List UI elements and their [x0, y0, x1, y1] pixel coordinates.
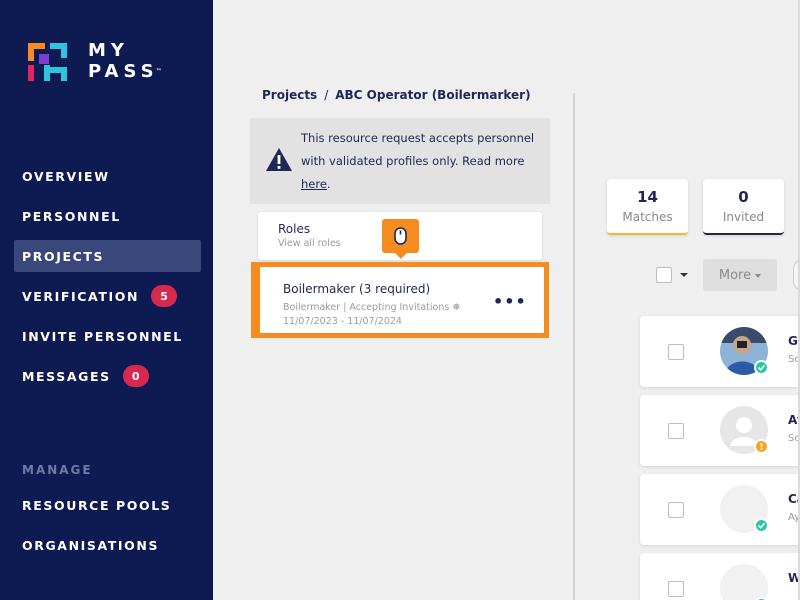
validated-profiles-notice: This resource request accepts personnel …: [250, 118, 550, 204]
invited-stat-tab[interactable]: 0 Invited: [703, 179, 784, 235]
more-icon[interactable]: •••: [493, 292, 527, 311]
breadcrumb-separator: /: [324, 88, 329, 102]
row-checkbox[interactable]: [668, 344, 684, 360]
select-all-checkbox[interactable]: [656, 267, 672, 283]
row-checkbox[interactable]: [668, 423, 684, 439]
roles-title: Roles: [278, 222, 311, 236]
notice-here-link[interactable]: here: [301, 177, 327, 191]
chevron-down-icon: [755, 274, 762, 278]
avatar: [720, 406, 769, 454]
sidebar-item-messages[interactable]: MESSAGES 0: [14, 360, 201, 392]
row-checkbox[interactable]: [668, 581, 684, 597]
role-meta: Boilermaker | Accepting Invitations ❅ 11…: [283, 301, 460, 329]
notice-message: This resource request accepts personnel …: [301, 131, 535, 168]
sidebar-item-label: INVITE PERSONNEL: [22, 328, 183, 344]
manage-section-label: MANAGE: [22, 463, 93, 477]
sidebar-item-organisations[interactable]: ORGANISATIONS: [14, 529, 201, 561]
matches-label: Matches: [622, 210, 673, 224]
sidebar-item-label: OVERVIEW: [22, 168, 110, 184]
sidebar-item-label: PROJECTS: [22, 248, 105, 264]
more-button-label: More: [718, 267, 752, 283]
matches-stat-tab[interactable]: 14 Matches: [607, 179, 688, 235]
mouse-icon: [394, 227, 407, 245]
avatar: [720, 327, 769, 375]
avatar: [720, 564, 769, 600]
sidebar-item-projects[interactable]: PROJECTS: [14, 240, 201, 272]
role-selected-indicator: [256, 267, 260, 334]
avatar: [720, 485, 769, 533]
sidebar-item-label: ORGANISATIONS: [22, 537, 160, 553]
sidebar-item-personnel[interactable]: PERSONNEL: [14, 200, 201, 232]
role-date-range: 11/07/2023 - 11/07/2024: [283, 316, 402, 327]
view-all-roles-label: View all roles: [278, 238, 341, 249]
brand-line-1: MY: [88, 40, 129, 61]
role-card-boilermaker[interactable]: Boilermaker (3 required) Boilermaker | A…: [256, 267, 540, 334]
column-divider: [573, 93, 575, 600]
person-row[interactable]: Ca Ay: [640, 474, 800, 545]
warning-badge-icon: [754, 439, 769, 454]
role-highlight-frame: Boilermaker (3 required) Boilermaker | A…: [251, 262, 549, 338]
sidebar-item-label: MESSAGES: [22, 368, 111, 384]
notice-trailing-period: .: [326, 177, 331, 191]
mypass-logo-icon: [28, 43, 67, 81]
verification-count-badge: 5: [151, 285, 178, 307]
invited-label: Invited: [722, 210, 765, 224]
brand-name: MY PASS™: [88, 40, 162, 82]
sidebar-item-overview[interactable]: OVERVIEW: [14, 160, 201, 192]
breadcrumb-projects-link[interactable]: Projects: [262, 88, 317, 102]
brand-tm: ™: [155, 68, 162, 75]
chevron-down-icon[interactable]: [680, 273, 688, 277]
sidebar-item-invite-personnel[interactable]: INVITE PERSONNEL: [14, 320, 201, 352]
person-row[interactable]: Ge So: [640, 316, 800, 387]
sidebar: MY PASS™ OVERVIEW PERSONNEL PROJECTS VER…: [0, 0, 213, 600]
sidebar-item-resource-pools[interactable]: RESOURCE POOLS: [14, 489, 201, 521]
invited-count: 0: [738, 188, 749, 206]
verified-check-icon: [754, 518, 769, 533]
brand-line-2: PASS: [88, 61, 159, 82]
sidebar-item-label: VERIFICATION: [22, 288, 140, 304]
breadcrumb: Projects / ABC Operator (Boilermarker): [262, 88, 531, 102]
avatar-empty: [720, 564, 768, 600]
sidebar-item-label: PERSONNEL: [22, 208, 121, 224]
click-hint-marker: [382, 219, 419, 259]
breadcrumb-current: ABC Operator (Boilermarker): [335, 88, 531, 102]
verified-check-icon: [754, 360, 769, 375]
role-title: Boilermaker (3 required): [283, 282, 431, 296]
person-row[interactable]: Wi: [640, 553, 800, 600]
notice-text: This resource request accepts personnel …: [301, 127, 541, 196]
person-row[interactable]: Ay So: [640, 395, 800, 466]
warning-icon: [266, 148, 292, 171]
sidebar-item-label: RESOURCE POOLS: [22, 497, 172, 513]
role-status-line: Boilermaker | Accepting Invitations ❅: [283, 302, 461, 313]
matches-count: 14: [637, 188, 658, 206]
more-dropdown-button[interactable]: More: [703, 259, 777, 291]
messages-count-badge: 0: [122, 365, 149, 387]
row-checkbox[interactable]: [668, 502, 684, 518]
sidebar-item-verification[interactable]: VERIFICATION 5: [14, 280, 201, 312]
